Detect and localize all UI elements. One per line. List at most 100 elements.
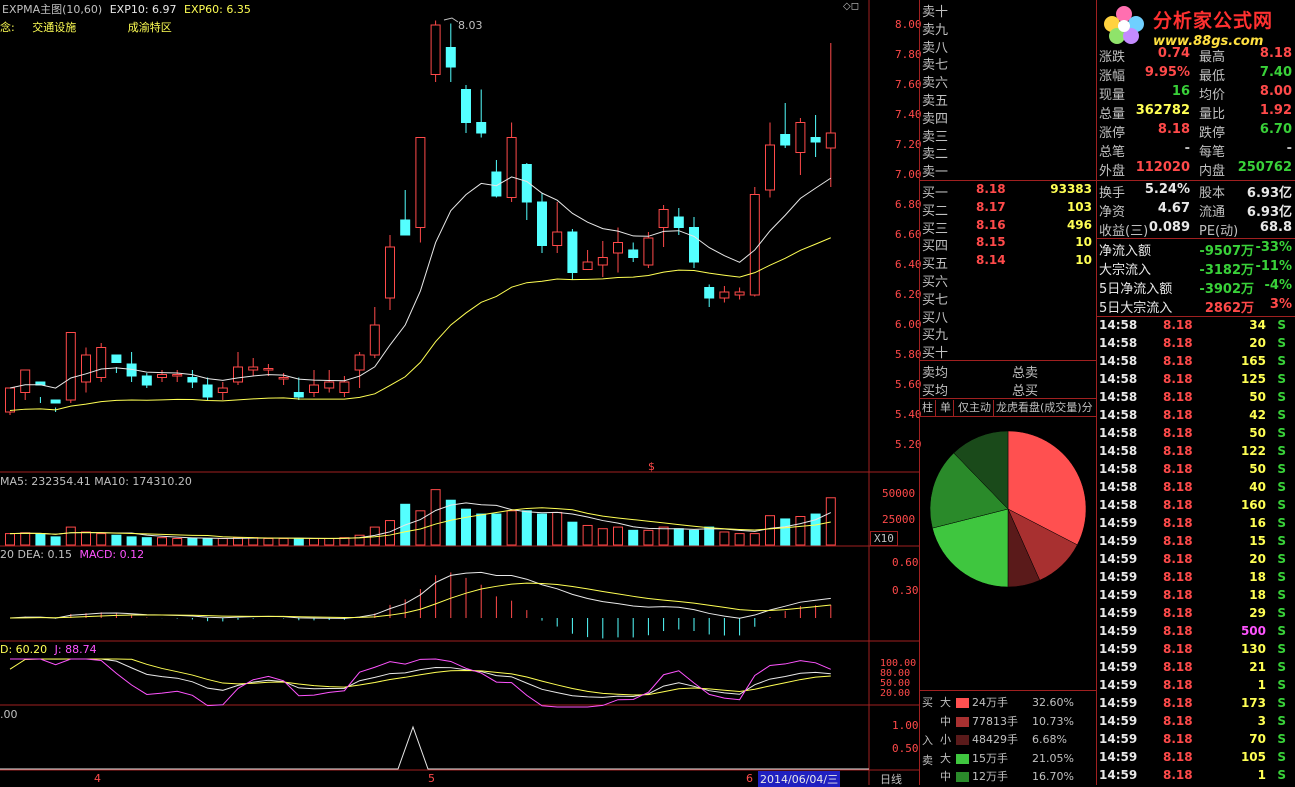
main-chart[interactable] [0,0,920,785]
exp60-line [9,237,831,411]
sell-level-row[interactable]: 卖五 [922,90,1094,109]
indicator-title[interactable]: EXPMA主图(10,60) [2,3,102,16]
trade-row[interactable]: 14:59 8.18 18 S [1099,570,1294,588]
buy-level-row[interactable]: 买八 [922,307,1094,326]
trade-row[interactable]: 14:58 8.18 50 S [1099,426,1294,444]
buy-level-row[interactable]: 买二 8.17 103 [922,200,1094,219]
buy-level-row[interactable]: 买五 8.14 10 [922,253,1094,272]
legend-side-label: 买 [922,696,933,709]
sell-level-row[interactable]: 卖三 [922,126,1094,145]
volume-bar [552,511,563,546]
quote-label: 流通 [1199,205,1226,220]
trade-price: 8.18 [1163,354,1193,368]
trade-time: 14:59 [1099,678,1138,692]
sell-level-row[interactable]: 卖一 [922,161,1094,180]
trade-volume: 3 [1257,714,1266,728]
kdj-d-line [9,658,831,696]
quote-value: 5.24% [1144,182,1190,197]
sell-level-row[interactable]: 卖十 [922,1,1094,20]
concept-tag-2[interactable]: 成渝特区 [128,21,172,34]
quote-row: 净资 4.67 流通 6.93亿 [1099,201,1294,220]
buy-level-row[interactable]: 买三 8.16 496 [922,218,1094,237]
volume-bar [476,513,487,546]
sell-level-row[interactable]: 卖四 [922,108,1094,127]
event-marker[interactable]: $ [648,460,655,473]
trade-row[interactable]: 14:59 8.18 130 S [1099,642,1294,660]
volume-bar [658,526,669,546]
buy-level-row[interactable]: 买一 8.18 93383 [922,182,1094,201]
buy-level-row[interactable]: 买六 [922,271,1094,290]
trade-price: 8.18 [1163,534,1193,548]
kdj-j-label: J: 88.74 [54,643,97,656]
sell-level-row[interactable]: 卖七 [922,54,1094,73]
tab-active-only[interactable]: 仅主动 [956,400,994,416]
tab-bar[interactable]: 柱 [920,400,936,416]
trade-volume: 1 [1257,768,1266,782]
tab-dragon-tiger[interactable]: 龙虎看盘(成交量)分 [994,400,1096,416]
trade-row[interactable]: 14:59 8.18 173 S [1099,696,1294,714]
candle-body [233,366,243,383]
volume-unit: X10 [870,531,898,546]
trade-row[interactable]: 14:59 8.18 16 S [1099,516,1294,534]
buy-level-row[interactable]: 买七 [922,289,1094,308]
quote-label: 跌停 [1199,126,1226,141]
trade-row[interactable]: 14:58 8.18 20 S [1099,336,1294,354]
tab-single[interactable]: 单 [938,400,954,416]
window-controls-icon[interactable]: ◇◻ [843,1,859,12]
trade-row[interactable]: 14:58 8.18 122 S [1099,444,1294,462]
trade-volume: 20 [1249,336,1266,350]
candle-body [50,399,61,404]
quote-value: 8.18 [1259,46,1292,61]
trade-volume: 125 [1240,372,1266,386]
trade-row[interactable]: 14:59 8.18 20 S [1099,552,1294,570]
trade-row[interactable]: 14:58 8.18 50 S [1099,390,1294,408]
concept-tag-1[interactable]: 交通设施 [32,21,76,34]
volume-bar [461,508,471,546]
price-tick: 7.00 [895,168,922,181]
trade-row[interactable]: 14:59 8.18 29 S [1099,606,1294,624]
trade-row[interactable]: 14:58 8.18 50 S [1099,462,1294,480]
sell-level-row[interactable]: 卖八 [922,37,1094,56]
trade-row[interactable]: 14:58 8.18 160 S [1099,498,1294,516]
trade-row[interactable]: 14:59 8.18 500 S [1099,624,1294,642]
volume-bar [628,529,639,546]
legend-side-label: 卖 [922,754,933,767]
candle-body [461,89,471,123]
trade-row[interactable]: 14:59 8.18 70 S [1099,732,1294,750]
trade-row[interactable]: 14:58 8.18 34 S [1099,318,1294,336]
trade-row[interactable]: 14:58 8.18 40 S [1099,480,1294,498]
trade-row[interactable]: 14:59 8.18 21 S [1099,660,1294,678]
quote-value: 7.40 [1259,65,1292,80]
trade-row[interactable]: 14:59 8.18 105 S [1099,750,1294,768]
legend-size: 大 [940,696,951,709]
trade-row[interactable]: 14:58 8.18 42 S [1099,408,1294,426]
capital-flow-row: 大宗流入 -3182万 -11% [1099,259,1294,278]
sell-level-row[interactable]: 卖二 [922,143,1094,162]
trade-volume: 122 [1240,444,1266,458]
candle-body [734,291,745,296]
volume-bar [309,537,319,546]
trade-row[interactable]: 14:58 8.18 125 S [1099,372,1294,390]
buy-level-price: 8.18 [976,182,1006,196]
trade-volume: 34 [1249,318,1266,332]
candle-body [172,374,183,377]
price-tick: 6.60 [895,228,922,241]
buy-level-row[interactable]: 买四 8.15 10 [922,235,1094,254]
volume-bar [293,537,304,546]
candle-body [780,134,791,146]
sell-level-row[interactable]: 卖六 [922,72,1094,91]
volume-bar [825,497,836,546]
trade-row[interactable]: 14:59 8.18 18 S [1099,588,1294,606]
trade-row[interactable]: 14:59 8.18 1 S [1099,768,1294,786]
trade-row[interactable]: 14:59 8.18 1 S [1099,678,1294,696]
sell-level-row[interactable]: 卖九 [922,19,1094,38]
buy-level-row[interactable]: 买十 [922,342,1094,361]
buy-level-volume: 10 [1075,235,1092,250]
trade-time: 14:59 [1099,642,1138,656]
trade-row[interactable]: 14:59 8.18 15 S [1099,534,1294,552]
buy-level-row[interactable]: 买九 [922,324,1094,343]
concept-tags: 念: 交通设施 成渝特区 [0,19,172,35]
trade-row[interactable]: 14:59 8.18 3 S [1099,714,1294,732]
trade-row[interactable]: 14:58 8.18 165 S [1099,354,1294,372]
trade-side: S [1277,426,1286,440]
